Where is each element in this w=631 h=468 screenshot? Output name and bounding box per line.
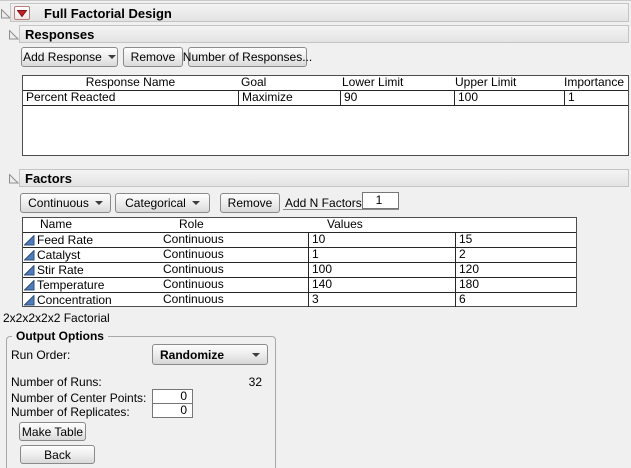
response-importance-cell[interactable]: 1: [564, 91, 628, 105]
factor-low-value-cell[interactable]: 3: [308, 293, 455, 307]
back-label: Back: [44, 448, 71, 462]
number-of-responses-button[interactable]: Number of Responses...: [188, 47, 307, 67]
factor-high-value-cell[interactable]: 6: [455, 293, 576, 307]
factors-header-values: Values: [324, 218, 576, 232]
response-name-cell[interactable]: Percent Reacted: [23, 91, 238, 105]
responses-table: Response Name Goal Lower Limit Upper Lim…: [22, 75, 629, 156]
factor-role-cell[interactable]: Continuous: [160, 248, 308, 262]
replicates-label: Number of Replicates:: [11, 405, 130, 419]
factor-low-value-cell[interactable]: 140: [308, 278, 455, 292]
continuous-factor-icon: [24, 250, 35, 261]
responses-table-header-row: Response Name Goal Lower Limit Upper Lim…: [23, 76, 628, 91]
number-of-runs-value: 32: [200, 375, 262, 389]
run-order-combobox[interactable]: Randomize: [152, 344, 268, 365]
remove-factor-button[interactable]: Remove: [220, 193, 280, 213]
continuous-button[interactable]: Continuous: [20, 193, 111, 213]
dropdown-arrow-icon: [252, 353, 260, 357]
response-row: Percent Reacted Maximize 90 100 1: [23, 91, 628, 106]
factors-section-title: Factors: [25, 170, 72, 187]
full-factorial-design-window: Full Factorial Design Responses Add Resp…: [0, 0, 631, 468]
factor-row: Stir Rate Continuous 100 120: [23, 263, 576, 278]
factors-section-header: Factors: [19, 169, 629, 187]
factor-row: Temperature Continuous 140 180: [23, 278, 576, 293]
center-points-input[interactable]: 0: [152, 389, 193, 404]
dropdown-arrow-icon: [192, 201, 200, 205]
response-upper-limit-cell[interactable]: 100: [454, 91, 564, 105]
categorical-button[interactable]: Categorical: [115, 193, 210, 213]
responses-disclosure-triangle-icon[interactable]: [9, 29, 19, 43]
responses-header-importance: Importance: [561, 76, 628, 90]
make-table-button[interactable]: Make Table: [19, 422, 86, 441]
continuous-label: Continuous: [28, 196, 89, 210]
add-response-label: Add Response: [23, 50, 102, 64]
factor-name-cell[interactable]: Feed Rate: [37, 234, 93, 247]
page-title: Full Factorial Design: [44, 5, 172, 22]
number-of-responses-label: Number of Responses...: [183, 50, 312, 64]
factors-table-header-row: Name Role Values: [23, 218, 576, 233]
responses-section-header: Responses: [19, 25, 629, 43]
output-options-legend: Output Options: [12, 329, 108, 343]
factor-high-value-cell[interactable]: 15: [455, 233, 576, 247]
remove-response-label: Remove: [131, 50, 176, 64]
factors-table: Name Role Values Feed Rate Continuous 10…: [22, 217, 577, 307]
factor-high-value-cell[interactable]: 120: [455, 263, 576, 277]
factor-high-value-cell[interactable]: 2: [455, 248, 576, 262]
replicates-input[interactable]: 0: [152, 403, 193, 418]
title-bar: Full Factorial Design: [10, 3, 629, 22]
continuous-factor-icon: [24, 235, 35, 246]
factor-row: Catalyst Continuous 1 2: [23, 248, 576, 263]
design-summary-label: 2x2x2x2x2 Factorial: [3, 311, 110, 325]
number-of-runs-label: Number of Runs:: [11, 375, 102, 389]
factor-role-cell[interactable]: Continuous: [160, 278, 308, 292]
add-n-factors-underline: [283, 209, 399, 210]
center-points-label: Number of Center Points:: [11, 391, 146, 405]
factors-disclosure-triangle-icon[interactable]: [9, 173, 19, 187]
factor-row: Concentration Continuous 3 6: [23, 293, 576, 307]
add-n-factors-input[interactable]: 1: [362, 192, 399, 209]
factor-low-value-cell[interactable]: 10: [308, 233, 455, 247]
factor-name-cell[interactable]: Catalyst: [37, 249, 80, 262]
continuous-factor-icon: [24, 280, 35, 291]
response-goal-cell[interactable]: Maximize: [238, 91, 340, 105]
remove-response-button[interactable]: Remove: [123, 47, 183, 67]
run-order-value: Randomize: [160, 348, 224, 362]
responses-header-goal: Goal: [238, 76, 339, 90]
responses-header-lower: Lower Limit: [339, 76, 452, 90]
factor-name-cell[interactable]: Concentration: [37, 294, 112, 307]
red-triangle-menu-icon[interactable]: [14, 6, 30, 20]
factors-header-name: Name: [23, 218, 176, 232]
dropdown-arrow-icon: [95, 201, 103, 205]
responses-header-upper: Upper Limit: [452, 76, 561, 90]
responses-section-title: Responses: [25, 26, 94, 43]
factor-name-cell[interactable]: Stir Rate: [37, 264, 84, 277]
categorical-label: Categorical: [125, 196, 186, 210]
factor-role-cell[interactable]: Continuous: [160, 293, 308, 307]
run-order-label: Run Order:: [11, 348, 70, 362]
factor-role-cell[interactable]: Continuous: [160, 263, 308, 277]
continuous-factor-icon: [24, 295, 35, 306]
add-response-button[interactable]: Add Response: [21, 47, 118, 67]
factor-name-cell[interactable]: Temperature: [37, 279, 104, 292]
responses-header-name: Response Name: [23, 76, 238, 90]
dropdown-arrow-icon: [108, 55, 116, 59]
add-n-factors-label: Add N Factors: [285, 196, 362, 210]
remove-factor-label: Remove: [228, 196, 273, 210]
response-lower-limit-cell[interactable]: 90: [340, 91, 454, 105]
factor-low-value-cell[interactable]: 1: [308, 248, 455, 262]
factors-header-role: Role: [176, 218, 324, 232]
make-table-label: Make Table: [22, 425, 83, 439]
factor-high-value-cell[interactable]: 180: [455, 278, 576, 292]
back-button[interactable]: Back: [20, 445, 95, 464]
factor-row: Feed Rate Continuous 10 15: [23, 233, 576, 248]
factor-low-value-cell[interactable]: 100: [308, 263, 455, 277]
continuous-factor-icon: [24, 265, 35, 276]
factor-role-cell[interactable]: Continuous: [160, 233, 308, 247]
